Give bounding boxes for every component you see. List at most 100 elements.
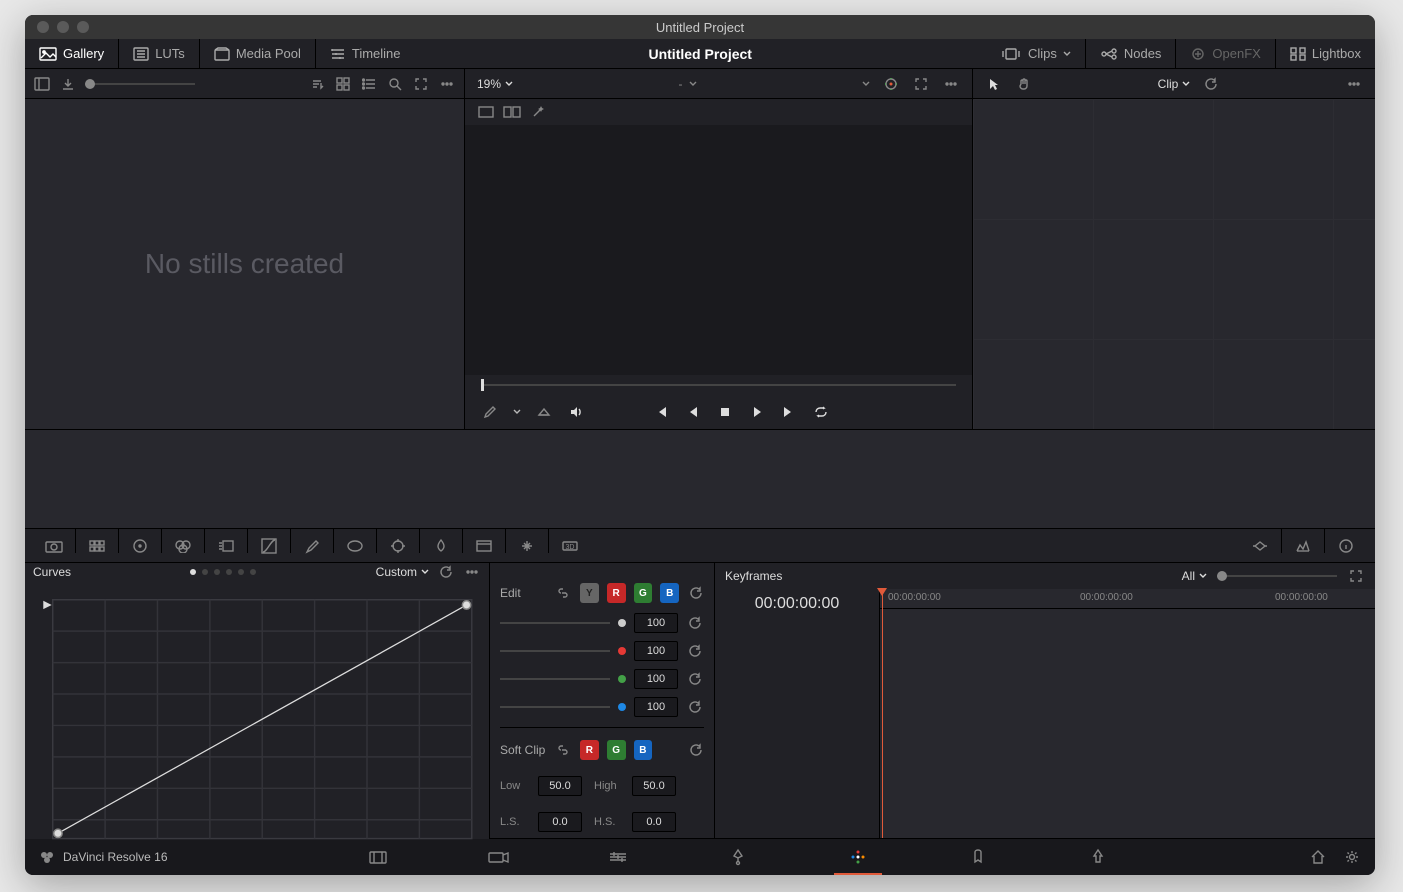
color-match-icon[interactable]: [76, 531, 118, 561]
camera-raw-icon[interactable]: [33, 531, 75, 561]
picker-dropdown-icon[interactable]: [513, 408, 521, 416]
thumbnail-size-slider[interactable]: [85, 83, 195, 85]
keyframe-zoom-slider[interactable]: [1217, 575, 1337, 577]
nodes-more-icon[interactable]: [1345, 75, 1363, 93]
gallery-tab[interactable]: Gallery: [25, 39, 118, 68]
lightbox-tab[interactable]: Lightbox: [1276, 39, 1375, 68]
green-reset-icon[interactable]: [686, 670, 704, 688]
curve-graph[interactable]: [37, 593, 477, 853]
curves-page-dots[interactable]: [190, 569, 256, 575]
zoom-dropdown[interactable]: 19%: [477, 77, 513, 91]
settings-icon[interactable]: [1343, 848, 1361, 866]
key-icon[interactable]: [463, 531, 505, 561]
prev-clip-icon[interactable]: [652, 403, 670, 421]
tracker-icon[interactable]: [377, 531, 419, 561]
ls-value[interactable]: 0.0: [538, 812, 582, 832]
luts-tab[interactable]: LUTs: [119, 39, 199, 68]
channel-r-button[interactable]: R: [607, 583, 626, 603]
window-icon[interactable]: [334, 531, 376, 561]
home-icon[interactable]: [1309, 848, 1327, 866]
close-window-icon[interactable]: [37, 21, 49, 33]
next-clip-icon[interactable]: [780, 403, 798, 421]
hand-icon[interactable]: [1015, 75, 1033, 93]
color-page-button[interactable]: [828, 839, 888, 875]
keyframe-timeline[interactable]: 00:00:00:00 00:00:00:00 00:00:00:00: [880, 589, 1375, 838]
red-intensity-value[interactable]: 100: [634, 641, 678, 661]
color-wheels-icon[interactable]: [119, 531, 161, 561]
fairlight-page-button[interactable]: [948, 839, 1008, 875]
blue-intensity-slider[interactable]: [500, 706, 610, 708]
bypass-grades-icon[interactable]: [882, 75, 900, 93]
high-value[interactable]: 50.0: [632, 776, 676, 796]
qualifier-icon[interactable]: [291, 531, 333, 561]
color-picker-icon[interactable]: [481, 403, 499, 421]
keyframe-expand-icon[interactable]: [1347, 567, 1365, 585]
fullscreen-icon[interactable]: [912, 75, 930, 93]
blur-icon[interactable]: [420, 531, 462, 561]
unmix-icon[interactable]: [535, 403, 553, 421]
red-reset-icon[interactable]: [686, 642, 704, 660]
low-value[interactable]: 50.0: [538, 776, 582, 796]
media-pool-tab[interactable]: Media Pool: [200, 39, 315, 68]
list-view-icon[interactable]: [360, 75, 378, 93]
keyframe-palette-icon[interactable]: [1239, 531, 1281, 561]
dual-viewer-icon[interactable]: [503, 103, 521, 121]
pointer-icon[interactable]: [985, 75, 1003, 93]
more-icon[interactable]: [438, 75, 456, 93]
search-icon[interactable]: [386, 75, 404, 93]
import-still-icon[interactable]: [59, 75, 77, 93]
openfx-tab[interactable]: OpenFX: [1176, 39, 1274, 68]
media-page-button[interactable]: [348, 839, 408, 875]
green-intensity-value[interactable]: 100: [634, 669, 678, 689]
timeline-tab[interactable]: Timeline: [316, 39, 415, 68]
deliver-page-button[interactable]: [1068, 839, 1128, 875]
softclip-g-button[interactable]: G: [607, 740, 626, 760]
channel-g-button[interactable]: G: [634, 583, 653, 603]
clips-strip[interactable]: [25, 429, 1375, 529]
softclip-r-button[interactable]: R: [580, 740, 599, 760]
viewer-canvas[interactable]: [465, 125, 972, 375]
edit-page-button[interactable]: [588, 839, 648, 875]
playhead-icon[interactable]: [882, 589, 883, 838]
scopes-icon[interactable]: [1282, 531, 1324, 561]
blue-reset-icon[interactable]: [686, 698, 704, 716]
softclip-reset-icon[interactable]: [687, 741, 704, 759]
white-reset-icon[interactable]: [686, 614, 704, 632]
white-intensity-value[interactable]: 100: [634, 613, 678, 633]
curves-more-icon[interactable]: [463, 563, 481, 581]
link-channels-icon[interactable]: [555, 584, 572, 602]
channel-b-button[interactable]: B: [660, 583, 679, 603]
nodes-tab[interactable]: Nodes: [1086, 39, 1176, 68]
clips-dropdown[interactable]: Clips: [986, 39, 1085, 68]
grid-view-icon[interactable]: [334, 75, 352, 93]
play-reverse-icon[interactable]: [684, 403, 702, 421]
sidebar-toggle-icon[interactable]: [33, 75, 51, 93]
loop-icon[interactable]: [812, 403, 830, 421]
info-icon[interactable]: [1325, 531, 1367, 561]
single-viewer-icon[interactable]: [477, 103, 495, 121]
nodes-scope-dropdown[interactable]: Clip: [1158, 77, 1191, 91]
red-intensity-slider[interactable]: [500, 650, 610, 652]
viewer-scrubber[interactable]: [465, 375, 972, 395]
viewer-secondary-dropdown[interactable]: [862, 77, 870, 91]
green-intensity-slider[interactable]: [500, 678, 610, 680]
edit-reset-icon[interactable]: [687, 584, 704, 602]
zoom-window-icon[interactable]: [77, 21, 89, 33]
sort-icon[interactable]: [308, 75, 326, 93]
play-icon[interactable]: [748, 403, 766, 421]
cut-page-button[interactable]: [468, 839, 528, 875]
stop-icon[interactable]: [716, 403, 734, 421]
nodes-graph[interactable]: [973, 99, 1375, 429]
minimize-window-icon[interactable]: [57, 21, 69, 33]
curves-reset-icon[interactable]: [437, 563, 455, 581]
rgb-mixer-icon[interactable]: [162, 531, 204, 561]
softclip-b-button[interactable]: B: [634, 740, 653, 760]
keyframes-filter-dropdown[interactable]: All: [1182, 569, 1207, 583]
white-intensity-slider[interactable]: [500, 622, 610, 624]
channel-y-button[interactable]: Y: [580, 583, 599, 603]
audio-icon[interactable]: [567, 403, 585, 421]
magic-wand-icon[interactable]: [529, 103, 547, 121]
nodes-reset-icon[interactable]: [1202, 75, 1220, 93]
viewer-more-icon[interactable]: [942, 75, 960, 93]
motion-effects-icon[interactable]: [205, 531, 247, 561]
